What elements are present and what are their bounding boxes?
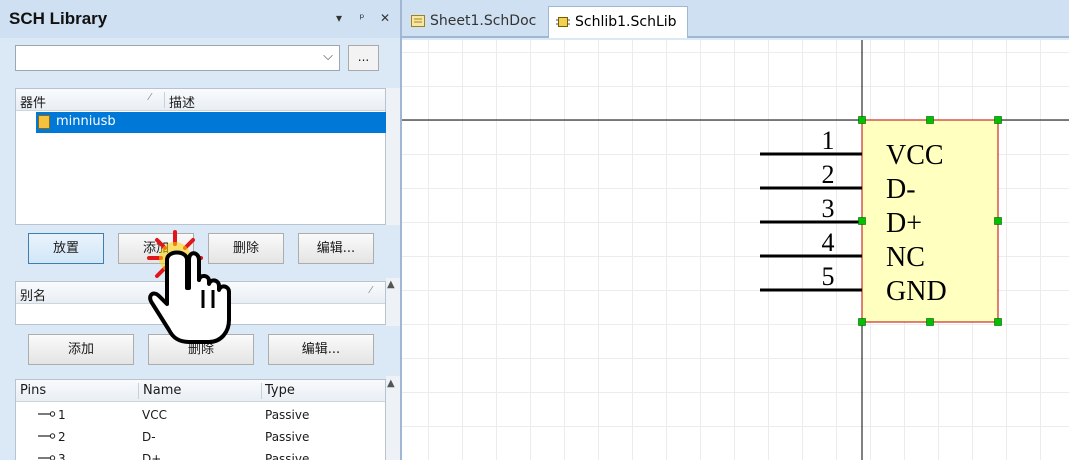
add-component-button[interactable]: 添加 <box>118 233 194 264</box>
schematic-canvas[interactable]: 1 VCC 2 D- 3 D+ 4 NC 5 GND <box>402 40 1069 460</box>
selection-handle[interactable] <box>858 217 866 225</box>
component-row-selected[interactable]: minniusb <box>36 112 386 133</box>
symbol-drawing: 1 VCC 2 D- 3 D+ 4 NC 5 GND <box>402 40 1069 460</box>
pin-icon <box>38 433 56 439</box>
selection-handle[interactable] <box>994 116 1002 124</box>
pin-number: 2 <box>58 430 66 444</box>
pin-type: Passive <box>265 430 310 444</box>
browse-button[interactable]: ... <box>348 45 379 71</box>
column-divider[interactable] <box>261 383 262 399</box>
scroll-up-icon[interactable]: ▲ <box>387 378 395 389</box>
pin-icon <box>38 411 56 417</box>
pins-list[interactable]: Pins Name Type 1 VCC Passive 2 D- Passiv… <box>15 379 386 460</box>
column-header-name[interactable]: Name <box>143 383 181 398</box>
tab-schlib1-schlib[interactable]: Schlib1.SchLib * <box>548 6 688 60</box>
scroll-up-icon[interactable]: ▲ <box>387 279 395 290</box>
sch-library-panel: SCH Library ▾ ᵖ ✕ ⌵ ... 器件 ⁄ 描述 minniusb… <box>0 0 402 460</box>
pin-row[interactable]: 1 VCC Passive <box>16 404 385 426</box>
alias-list-header: 别名 ⁄ <box>16 282 385 304</box>
delete-alias-button[interactable]: 删除 <box>148 334 254 365</box>
document-tab-bar: Sheet1.SchDoc * Schlib1.SchLib * <box>402 0 1069 60</box>
chevron-down-icon[interactable]: ⌵ <box>323 49 333 64</box>
edit-component-button[interactable]: 编辑... <box>298 233 374 264</box>
symbol-pin-number: 4 <box>822 228 835 257</box>
pin-icon <box>38 455 56 460</box>
sort-icon: ⁄ <box>370 285 372 296</box>
symbol-pin-number: 5 <box>822 262 835 291</box>
pin-number: 3 <box>58 452 66 460</box>
component-list-header: 器件 ⁄ 描述 <box>16 89 385 111</box>
delete-component-button[interactable]: 删除 <box>208 233 284 264</box>
pins-list-scrollbar[interactable]: ▲ <box>386 376 400 460</box>
pin-number: 1 <box>58 408 66 422</box>
selection-handle[interactable] <box>994 217 1002 225</box>
column-header-component[interactable]: 器件 <box>20 92 46 111</box>
component-list-scrollbar[interactable] <box>386 88 400 225</box>
symbol-pin-number: 2 <box>822 160 835 189</box>
component-name: minniusb <box>56 114 116 129</box>
schematic-library-icon <box>556 17 570 27</box>
close-icon[interactable]: ✕ <box>378 11 392 25</box>
symbol-pin-number: 3 <box>822 194 835 223</box>
pins-list-header: Pins Name Type <box>16 380 385 402</box>
pin-name: D+ <box>142 452 162 460</box>
panel-title-bar: SCH Library ▾ ᵖ ✕ <box>0 0 400 38</box>
selection-handle[interactable] <box>858 318 866 326</box>
symbol-pin-name: NC <box>886 242 925 273</box>
column-header-alias[interactable]: 别名 <box>20 285 46 304</box>
pin-type: Passive <box>265 452 310 460</box>
dropdown-icon[interactable]: ▾ <box>332 11 346 25</box>
column-header-description[interactable]: 描述 <box>169 92 195 111</box>
alias-list[interactable]: 别名 ⁄ <box>15 281 386 325</box>
pin-name: D- <box>142 430 156 444</box>
symbol-pin-name: D- <box>886 174 916 205</box>
pin-type: Passive <box>265 408 310 422</box>
symbol-pin-number: 1 <box>822 126 835 155</box>
place-button[interactable]: 放置 <box>28 233 104 264</box>
column-divider[interactable] <box>164 92 165 108</box>
component-icon <box>38 115 50 129</box>
symbol-pin-name: VCC <box>886 140 944 171</box>
pin-row[interactable]: 3 D+ Passive <box>16 448 385 460</box>
filter-combo[interactable]: ⌵ <box>15 45 340 71</box>
symbol-pins: 1 VCC 2 D- 3 D+ 4 NC 5 GND <box>760 126 947 307</box>
symbol-pin-name: D+ <box>886 208 922 239</box>
tab-sheet1-schdoc[interactable]: Sheet1.SchDoc * <box>404 6 547 59</box>
column-divider[interactable] <box>138 383 139 399</box>
component-list[interactable]: 器件 ⁄ 描述 minniusb <box>15 88 386 225</box>
pin-name: VCC <box>142 408 167 422</box>
selection-handle[interactable] <box>926 318 934 326</box>
column-header-type[interactable]: Type <box>265 383 295 398</box>
pin-row[interactable]: 2 D- Passive <box>16 426 385 448</box>
selection-handle[interactable] <box>926 116 934 124</box>
selection-handle[interactable] <box>858 116 866 124</box>
column-header-pins[interactable]: Pins <box>20 383 46 398</box>
add-alias-button[interactable]: 添加 <box>28 334 134 365</box>
symbol-pin-name: GND <box>886 276 947 307</box>
schematic-doc-icon <box>411 15 425 27</box>
alias-list-scrollbar[interactable]: ▲ <box>386 278 400 326</box>
pin-icon[interactable]: ᵖ <box>355 11 369 25</box>
panel-title: SCH Library <box>9 9 108 28</box>
selection-handle[interactable] <box>994 318 1002 326</box>
sort-icon: ⁄ <box>149 92 151 103</box>
edit-alias-button[interactable]: 编辑... <box>268 334 374 365</box>
